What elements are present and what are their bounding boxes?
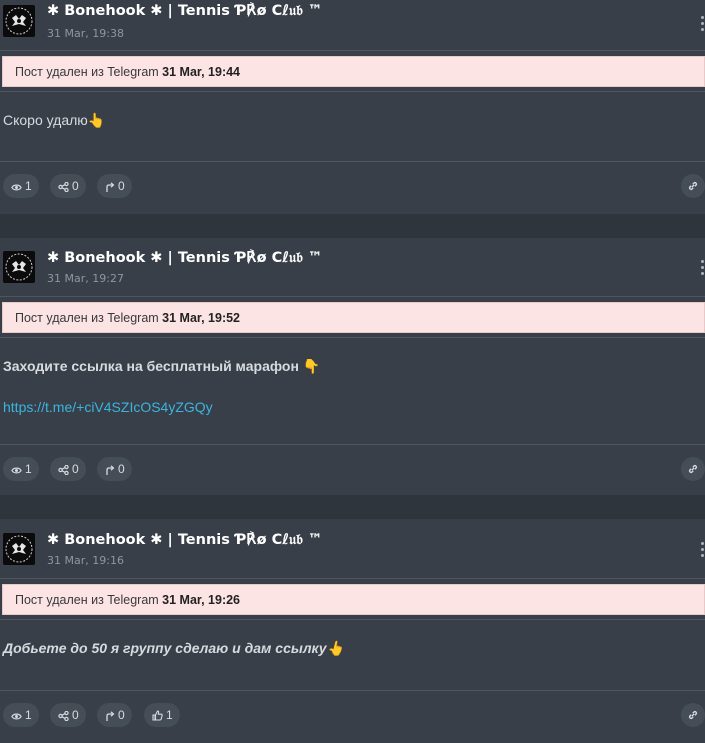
invite-link[interactable]: https://t.me/+ciV4SZIcOS4yZGQy	[3, 399, 705, 415]
shares-counter[interactable]: 0	[50, 703, 86, 727]
post-header: ✱ Bonehook ✱ | Tennis Ƥ℟ø Cℓ𝔲𝔟 ™ 31 Mar,…	[0, 238, 705, 296]
post-header: ✱ Bonehook ✱ | Tennis Ƥ℟ø Cℓ𝔲𝔟 ™ 31 Mar,…	[0, 519, 705, 578]
channel-name[interactable]: ✱ Bonehook ✱ | Tennis Ƥ℟ø Cℓ𝔲𝔟 ™	[47, 532, 322, 548]
post-actions: 1 0 0	[0, 444, 705, 497]
eye-icon	[11, 184, 22, 191]
shares-count: 0	[72, 179, 79, 193]
link-icon	[688, 181, 698, 191]
channel-avatar[interactable]	[3, 533, 35, 565]
deleted-notice-date: 31 Mar, 19:44	[162, 65, 241, 79]
pointing-up-emoji-icon: 👆	[326, 640, 345, 656]
share-icon	[58, 710, 69, 722]
views-counter[interactable]: 1	[3, 174, 39, 198]
views-count: 1	[25, 462, 32, 476]
more-vertical-icon[interactable]	[699, 16, 705, 36]
eye-icon	[11, 713, 22, 720]
permalink-button[interactable]	[681, 174, 705, 198]
forwards-count: 0	[118, 462, 125, 476]
deleted-notice: Пост удален из Telegram 31 Mar, 19:26	[2, 584, 705, 615]
post-text: Заходите ссылка на бесплатный марафон 👇 …	[0, 338, 705, 444]
views-count: 1	[25, 179, 32, 193]
forwards-counter[interactable]: 0	[97, 703, 132, 727]
deleted-notice-text: Пост удален из Telegram	[15, 65, 159, 79]
likes-counter[interactable]: 1	[144, 703, 180, 727]
more-vertical-icon[interactable]	[699, 542, 705, 562]
shares-counter[interactable]: 0	[50, 174, 86, 198]
post-text-content: Заходите ссылка на бесплатный марафон	[3, 358, 299, 374]
shares-count: 0	[72, 462, 79, 476]
thumbs-up-icon	[152, 710, 163, 721]
post-text-content: Добьете до 50 я группу сделаю и дам ссыл…	[3, 640, 327, 656]
channel-name[interactable]: ✱ Bonehook ✱ | Tennis Ƥ℟ø Cℓ𝔲𝔟 ™	[47, 250, 322, 266]
deleted-notice-text: Пост удален из Telegram	[15, 311, 159, 325]
deleted-notice: Пост удален из Telegram 31 Mar, 19:44	[2, 56, 705, 87]
post-date[interactable]: 31 Mar, 19:16	[47, 554, 124, 567]
link-icon	[688, 710, 698, 720]
post-feed: ✱ Bonehook ✱ | Tennis Ƥ℟ø Cℓ𝔲𝔟 ™ 31 Mar,…	[0, 0, 705, 729]
share-icon	[58, 464, 69, 476]
pointing-down-emoji-icon: 👇	[302, 358, 321, 374]
shares-count: 0	[72, 708, 79, 722]
shares-counter[interactable]: 0	[50, 457, 86, 481]
post-separator	[0, 214, 705, 238]
post-card: ✱ Bonehook ✱ | Tennis Ƥ℟ø Cℓ𝔲𝔟 ™ 31 Mar,…	[0, 238, 705, 495]
permalink-button[interactable]	[681, 703, 705, 727]
forward-arrow-icon	[106, 711, 115, 721]
divider	[0, 578, 705, 579]
eye-icon	[11, 467, 22, 474]
views-count: 1	[25, 708, 32, 722]
forwards-count: 0	[118, 708, 125, 722]
post-card: ✱ Bonehook ✱ | Tennis Ƥ℟ø Cℓ𝔲𝔟 ™ 31 Mar,…	[0, 519, 705, 729]
pointing-up-emoji-icon: 👆	[87, 112, 106, 128]
deleted-notice: Пост удален из Telegram 31 Mar, 19:52	[2, 302, 705, 333]
forwards-counter[interactable]: 0	[97, 457, 132, 481]
divider	[0, 50, 705, 51]
more-vertical-icon[interactable]	[699, 260, 705, 280]
channel-avatar[interactable]	[3, 5, 35, 37]
link-icon	[688, 464, 698, 474]
post-separator	[0, 495, 705, 519]
post-text: Скоро удалю👆	[0, 92, 705, 161]
deleted-notice-date: 31 Mar, 19:52	[162, 311, 241, 325]
forward-arrow-icon	[106, 182, 115, 192]
forward-arrow-icon	[106, 465, 115, 475]
forwards-counter[interactable]: 0	[97, 174, 132, 198]
divider	[0, 296, 705, 297]
permalink-button[interactable]	[681, 457, 705, 481]
deleted-notice-text: Пост удален из Telegram	[15, 593, 159, 607]
likes-count: 1	[166, 708, 173, 722]
channel-name[interactable]: ✱ Bonehook ✱ | Tennis Ƥ℟ø Cℓ𝔲𝔟 ™	[47, 3, 322, 19]
post-text-content: Скоро удалю	[3, 112, 88, 128]
views-counter[interactable]: 1	[3, 703, 39, 727]
share-icon	[58, 181, 69, 193]
forwards-count: 0	[118, 179, 125, 193]
post-header: ✱ Bonehook ✱ | Tennis Ƥ℟ø Cℓ𝔲𝔟 ™ 31 Mar,…	[0, 0, 705, 50]
deleted-notice-date: 31 Mar, 19:26	[162, 593, 241, 607]
post-date[interactable]: 31 Mar, 19:38	[47, 27, 124, 40]
post-actions: 1 0 0 1	[0, 690, 705, 743]
post-actions: 1 0 0	[0, 161, 705, 214]
views-counter[interactable]: 1	[3, 457, 39, 481]
post-date[interactable]: 31 Mar, 19:27	[47, 272, 124, 285]
post-text: Добьете до 50 я группу сделаю и дам ссыл…	[0, 620, 705, 690]
post-card: ✱ Bonehook ✱ | Tennis Ƥ℟ø Cℓ𝔲𝔟 ™ 31 Mar,…	[0, 0, 705, 214]
channel-avatar[interactable]	[3, 251, 35, 283]
